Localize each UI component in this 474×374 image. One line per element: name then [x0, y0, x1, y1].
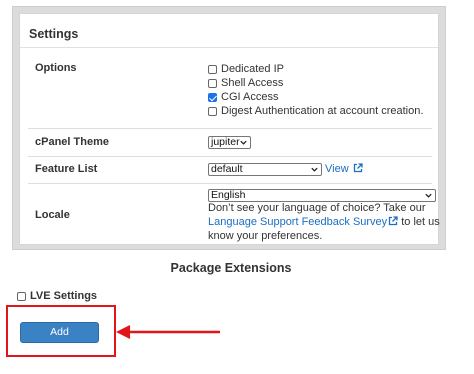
locale-help-line3: know your preferences.: [208, 230, 323, 242]
settings-title: Settings: [29, 27, 79, 41]
checkbox-checked-icon[interactable]: [208, 92, 217, 102]
language-survey-link[interactable]: Language Support Feedback Survey: [208, 216, 398, 228]
settings-box: Settings Options Dedicated IP Shell Acce…: [19, 13, 440, 245]
help-after-link: to let us: [398, 216, 440, 228]
lve-settings-label: LVE Settings: [30, 290, 98, 302]
option-dedicated-ip[interactable]: Dedicated IP: [208, 62, 284, 76]
locale-select[interactable]: English: [208, 189, 436, 202]
view-link-label: View: [325, 163, 349, 175]
divider: [20, 47, 438, 48]
locale-row: Locale English Don’t see your language o…: [28, 183, 440, 243]
locale-help-line2: Language Support Feedback Survey to let …: [208, 216, 440, 228]
cpanel-theme-value: jupiter: [211, 136, 240, 148]
cpanel-theme-row: cPanel Theme jupiter: [28, 128, 432, 156]
options-row: Options Dedicated IP Shell Access CGI Ac…: [28, 50, 432, 128]
lve-settings-option[interactable]: LVE Settings: [17, 290, 97, 302]
arrow-left-icon: [116, 325, 220, 339]
settings-panel: Settings Options Dedicated IP Shell Acce…: [12, 6, 446, 250]
add-button[interactable]: Add: [20, 322, 99, 343]
feature-list-value: default: [211, 163, 243, 175]
options-label: Options: [35, 62, 77, 74]
locale-label: Locale: [35, 209, 70, 221]
checkbox-icon[interactable]: [17, 291, 26, 301]
chevron-down-icon: [240, 140, 247, 145]
option-label: CGI Access: [221, 91, 279, 103]
option-label: Digest Authentication at account creatio…: [221, 105, 424, 117]
checkbox-icon[interactable]: [208, 106, 217, 116]
feature-list-view-link[interactable]: View: [325, 163, 363, 175]
cpanel-theme-label: cPanel Theme: [35, 136, 109, 148]
checkbox-icon[interactable]: [208, 64, 217, 74]
locale-help-line1: Don’t see your language of choice? Take …: [208, 202, 426, 214]
feature-list-select[interactable]: default: [208, 163, 322, 176]
option-cgi-access[interactable]: CGI Access: [208, 90, 278, 104]
checkbox-icon[interactable]: [208, 78, 217, 88]
option-label: Shell Access: [221, 77, 284, 89]
external-link-icon: [353, 163, 363, 173]
survey-link-label: Language Support Feedback Survey: [208, 216, 388, 228]
external-link-icon: [389, 216, 398, 226]
feature-list-label: Feature List: [35, 163, 98, 175]
chevron-down-icon: [311, 167, 318, 172]
package-extensions-title: Package Extensions: [170, 261, 292, 275]
locale-value: English: [211, 189, 246, 201]
cpanel-theme-select[interactable]: jupiter: [208, 136, 251, 149]
option-shell-access[interactable]: Shell Access: [208, 76, 283, 90]
chevron-down-icon: [425, 193, 432, 198]
option-label: Dedicated IP: [221, 63, 284, 75]
option-digest-auth[interactable]: Digest Authentication at account creatio…: [208, 104, 423, 118]
feature-list-row: Feature List default View: [28, 156, 432, 183]
